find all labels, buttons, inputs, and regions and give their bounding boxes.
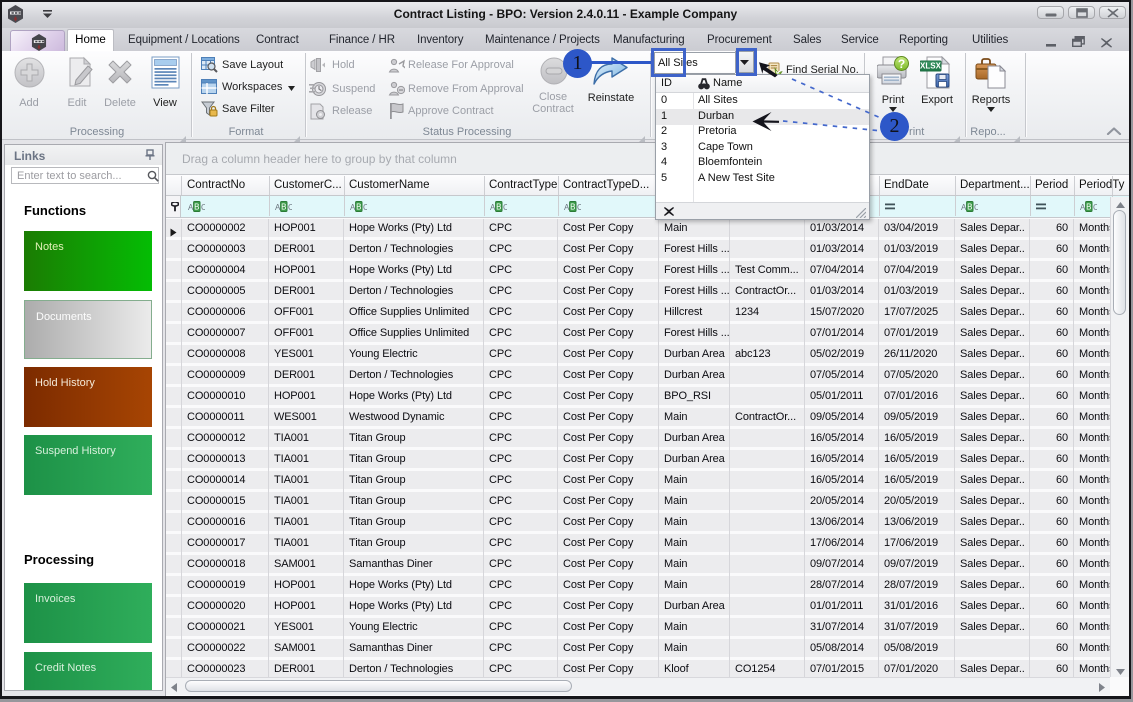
svg-text:B: B [1086, 203, 1091, 212]
svg-text:B: B [496, 203, 501, 212]
svg-text:C: C [974, 203, 978, 212]
svg-text:C: C [201, 203, 205, 212]
svg-text:C: C [363, 203, 367, 212]
svg-text:B: B [570, 203, 575, 212]
svg-text:?: ? [898, 57, 905, 71]
svg-text:C: C [503, 203, 507, 212]
svg-text:XLSX: XLSX [920, 62, 942, 71]
svg-text:B: B [356, 203, 361, 212]
svg-text:C: C [577, 203, 581, 212]
svg-text:B: B [967, 203, 972, 212]
svg-text:A: A [564, 203, 570, 212]
svg-text:C: C [288, 203, 292, 212]
svg-text:B: B [281, 203, 286, 212]
svg-text:A: A [961, 203, 967, 212]
svg-text:A: A [1080, 203, 1086, 212]
svg-text:C: C [1093, 203, 1097, 212]
svg-text:B: B [194, 203, 199, 212]
